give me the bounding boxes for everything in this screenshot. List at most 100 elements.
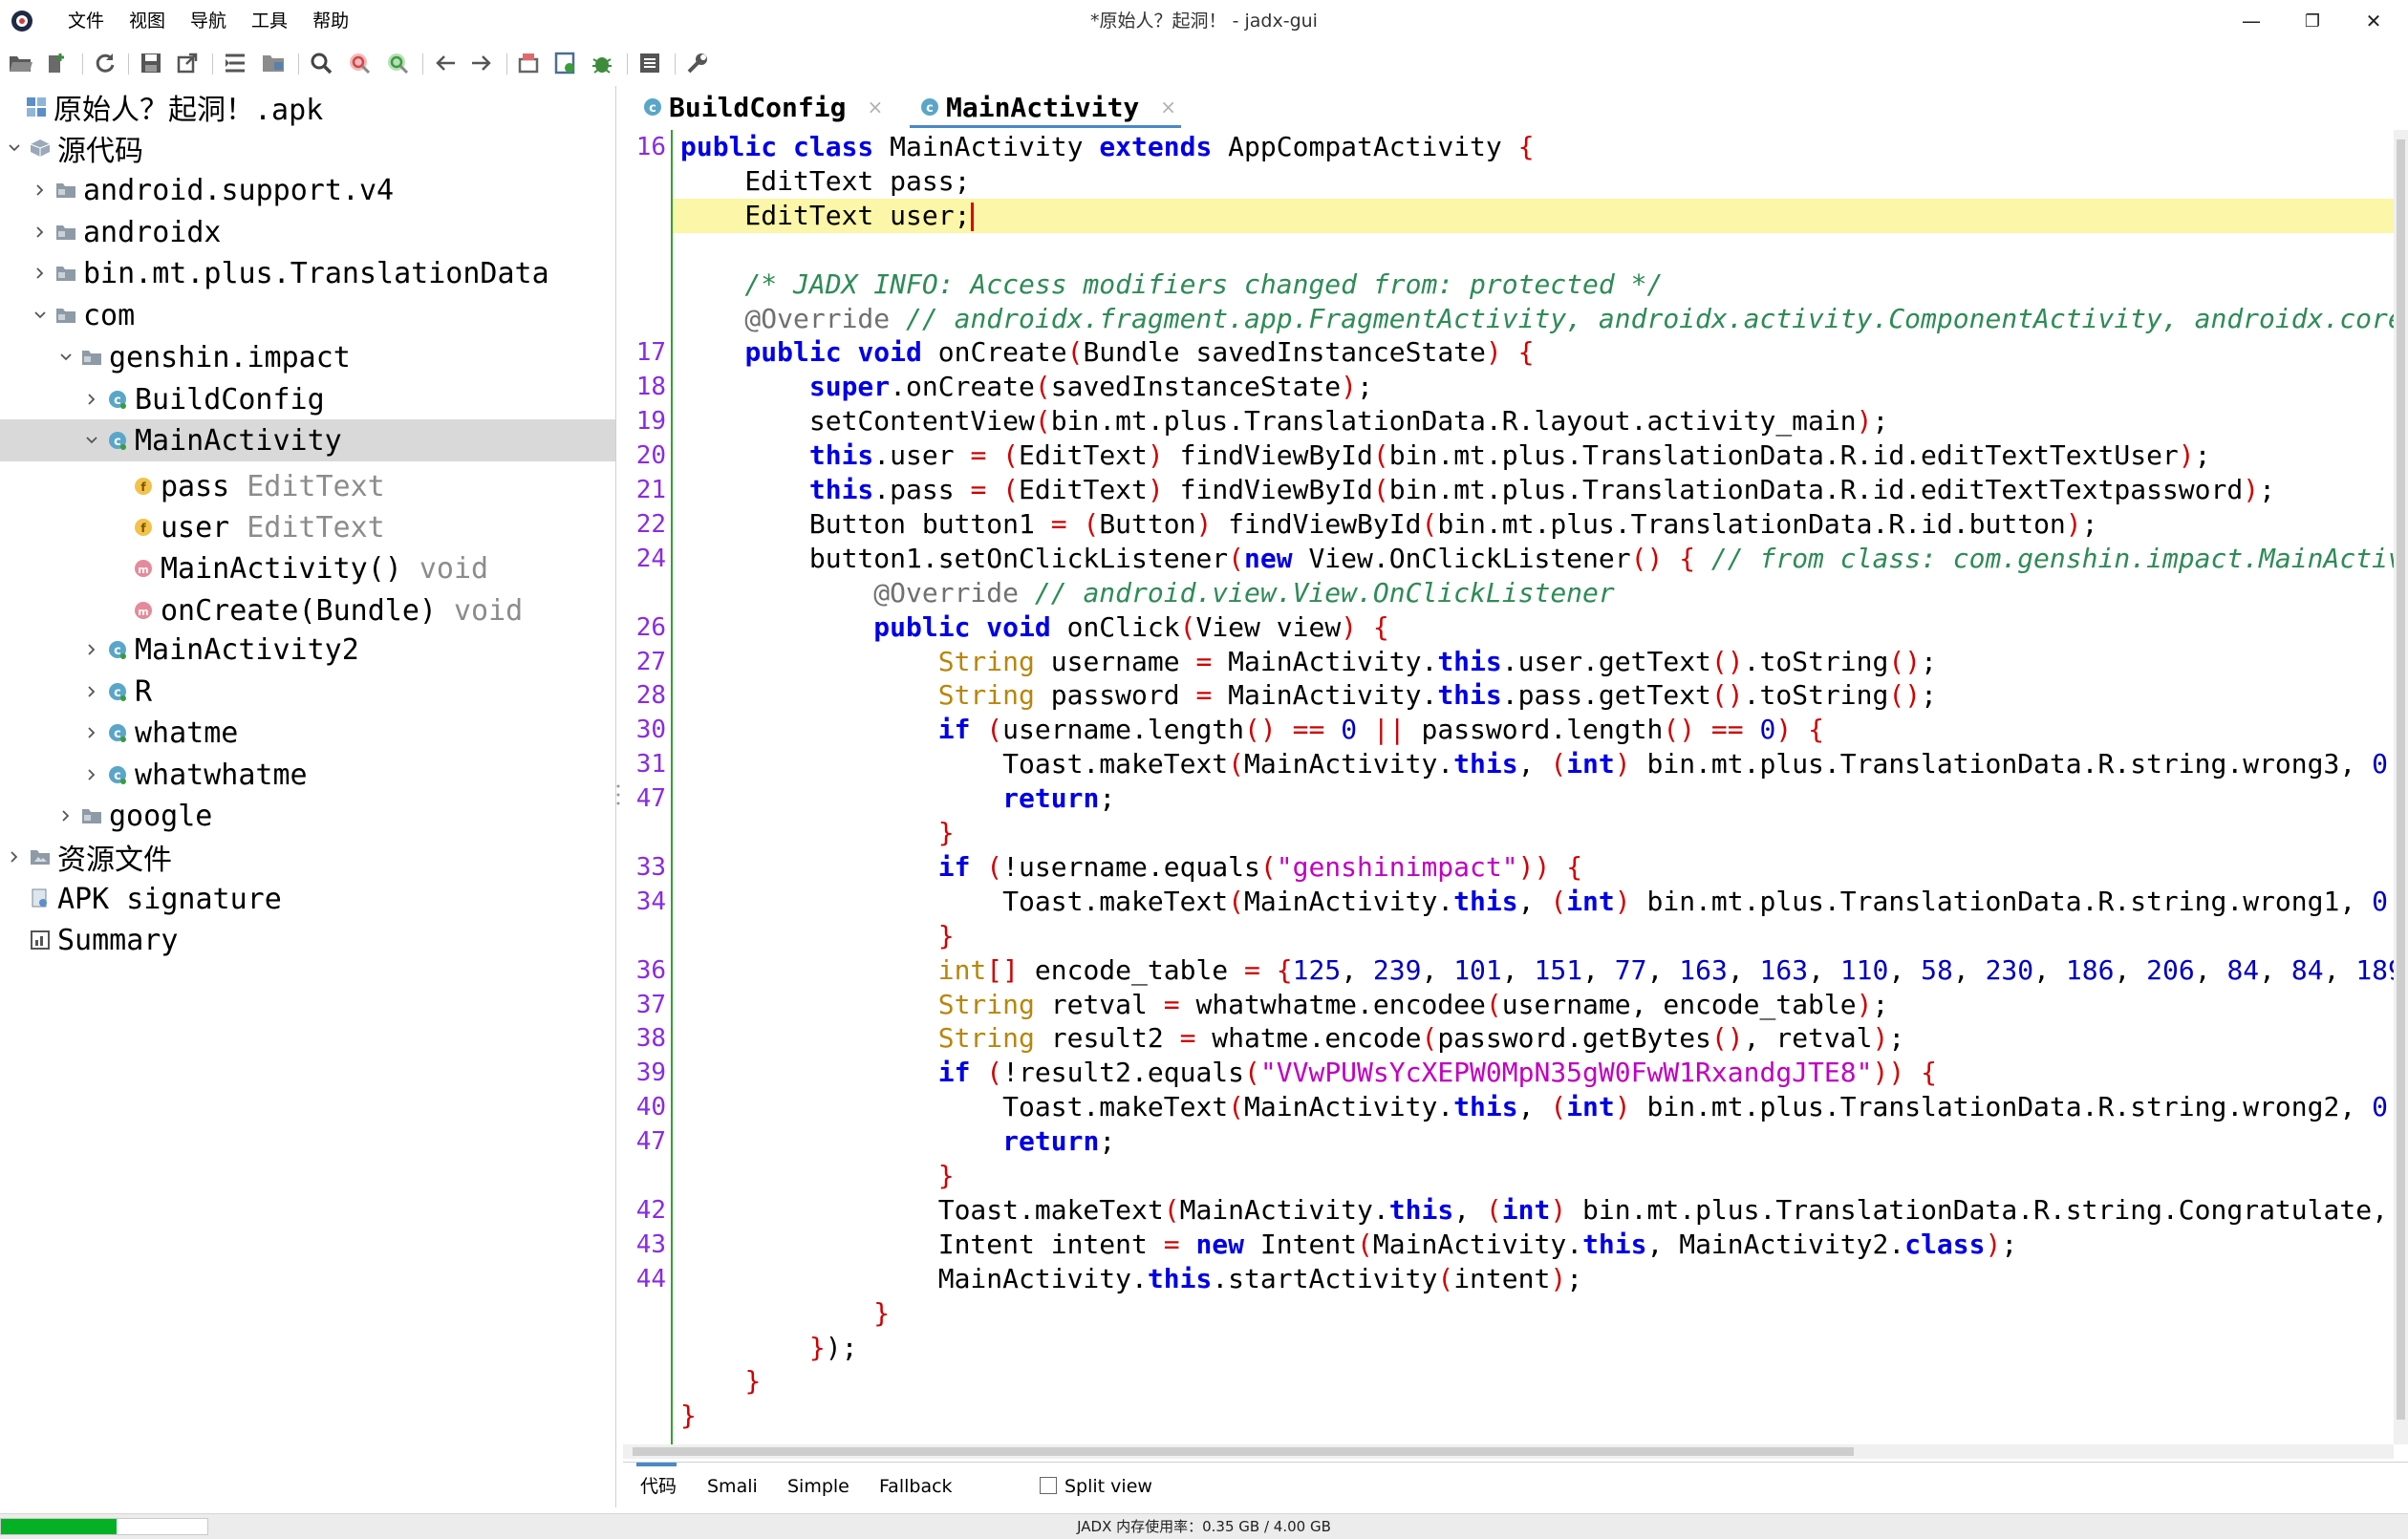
tree-item[interactable]: m MainActivity() void xyxy=(0,547,615,589)
code-token: ) xyxy=(1195,507,1213,540)
chevron-right-icon[interactable] xyxy=(55,805,76,826)
maximize-button[interactable]: ❐ xyxy=(2278,0,2347,42)
tab-buildconfig[interactable]: c BuildConfig × xyxy=(642,86,883,128)
tree-item[interactable]: com xyxy=(0,294,615,336)
code-token: } xyxy=(937,817,955,848)
split-view-label[interactable]: Split view xyxy=(1064,1463,1152,1510)
tab-smali[interactable]: Smali xyxy=(707,1463,758,1510)
chevron-right-icon[interactable] xyxy=(30,263,51,284)
code-token: ) xyxy=(1341,371,1358,403)
line-number xyxy=(623,1296,666,1331)
save-icon[interactable] xyxy=(138,50,164,76)
class-icon: c xyxy=(644,98,661,116)
tree-item[interactable]: c whatme xyxy=(0,712,615,754)
add-files-icon[interactable] xyxy=(44,50,71,76)
code-editor[interactable]: 16 17 18 19 20 21 22 24 26 27 28 30 31 47 33 34 36 37 38 39… xyxy=(623,130,2394,1444)
menu-item[interactable]: 文件 xyxy=(55,0,117,42)
code-token: public class xyxy=(680,131,891,162)
code-token: return xyxy=(1002,1125,1100,1158)
line-number: 44 xyxy=(635,1264,666,1293)
split-view-checkbox[interactable] xyxy=(1040,1477,1057,1494)
horizontal-scrollbar[interactable] xyxy=(623,1444,2394,1459)
preferences-icon[interactable] xyxy=(684,50,711,76)
flatten-packages-icon[interactable] xyxy=(260,50,287,76)
tree-item[interactable]: c whatwhatme xyxy=(0,754,615,796)
chevron-down-icon[interactable] xyxy=(55,347,76,368)
scrollbar-thumb[interactable] xyxy=(633,1447,1854,1456)
menu-item[interactable]: 工具 xyxy=(239,0,300,42)
tree-item[interactable]: 源代码 xyxy=(0,127,615,169)
tree-item[interactable]: genshin.impact xyxy=(0,336,615,378)
tree-item[interactable]: 资源文件 xyxy=(0,836,615,878)
chevron-right-icon[interactable] xyxy=(81,722,102,743)
find-usage-icon[interactable] xyxy=(384,50,411,76)
tab-simple[interactable]: Simple xyxy=(787,1463,849,1510)
code-token: bin.mt.plus.TranslationData.R.string.wro… xyxy=(1630,1091,2373,1123)
package-icon xyxy=(80,346,103,369)
tab-code[interactable]: 代码 xyxy=(640,1463,677,1510)
tab-fallback[interactable]: Fallback xyxy=(879,1463,953,1510)
tree-item[interactable]: google xyxy=(0,795,615,837)
code-token: findViewById xyxy=(1163,474,1373,505)
code-token: { xyxy=(1808,714,1824,746)
export-icon[interactable] xyxy=(174,50,201,76)
chevron-down-icon[interactable] xyxy=(30,305,51,326)
tab-close-button[interactable]: × xyxy=(867,96,883,118)
tree-item[interactable]: c MainActivity2 xyxy=(0,629,615,671)
code-token: .pass.getText xyxy=(1501,679,1711,712)
tree-item[interactable]: Summary xyxy=(0,919,615,961)
tree-item[interactable]: cR xyxy=(0,671,615,713)
log-viewer-icon[interactable] xyxy=(636,50,663,76)
tab-mainactivity[interactable]: c MainActivity × xyxy=(919,86,1176,128)
tree-item[interactable]: c MainActivity xyxy=(0,419,615,461)
tree-item[interactable]: android.support.v4 xyxy=(0,169,615,211)
chevron-down-icon[interactable] xyxy=(4,138,25,159)
tree-item[interactable]: bin.mt.plus.TranslationData xyxy=(0,252,615,294)
debugger-icon[interactable] xyxy=(589,50,615,76)
tree-item[interactable]: androidx xyxy=(0,211,615,253)
quark-icon[interactable] xyxy=(516,50,543,76)
tree-item[interactable]: f user EditText xyxy=(0,506,615,548)
chevron-right-icon[interactable] xyxy=(81,681,102,702)
decompile-all-icon[interactable] xyxy=(552,50,579,76)
scrollbar-thumb[interactable] xyxy=(2397,139,2405,1420)
chevron-right-icon[interactable] xyxy=(81,389,102,410)
line-number: 19 xyxy=(635,407,666,437)
menu-item[interactable]: 视图 xyxy=(117,0,178,42)
tree-item[interactable]: f pass EditText xyxy=(0,465,615,507)
code-token: , xyxy=(2259,953,2291,986)
vertical-scrollbar[interactable] xyxy=(2394,130,2408,1444)
tree-item[interactable]: 原始人？起洞！.apk xyxy=(0,86,615,128)
tree-item[interactable]: m onCreate(Bundle) void xyxy=(0,589,615,631)
minimize-button[interactable]: — xyxy=(2217,0,2286,42)
open-file-icon[interactable] xyxy=(8,50,34,76)
tree-item[interactable]: APK signature xyxy=(0,878,615,920)
menu-item[interactable]: 导航 xyxy=(178,0,239,42)
code-token: // android.view.View.OnClickListener xyxy=(1034,576,1615,609)
code-token: { xyxy=(1921,1057,1937,1089)
chevron-right-icon[interactable] xyxy=(4,846,25,867)
sync-tree-icon[interactable] xyxy=(222,50,248,76)
chevron-down-icon[interactable] xyxy=(81,430,102,451)
chevron-right-icon[interactable] xyxy=(81,764,102,785)
code-token: this xyxy=(808,474,874,505)
search-icon[interactable] xyxy=(308,50,334,76)
forward-icon[interactable] xyxy=(468,50,495,76)
chevron-right-icon[interactable] xyxy=(30,222,51,243)
tab-close-button[interactable]: × xyxy=(1160,96,1176,118)
splitter-grip-icon[interactable] xyxy=(615,783,621,806)
menu-item[interactable]: 帮助 xyxy=(300,0,361,42)
code-token: 239 xyxy=(1372,953,1422,986)
tree-item[interactable]: c BuildConfig xyxy=(0,378,615,420)
chevron-right-icon[interactable] xyxy=(30,180,51,201)
find-class-icon[interactable] xyxy=(346,50,373,76)
chevron-right-icon[interactable] xyxy=(81,639,102,660)
back-icon[interactable] xyxy=(432,50,459,76)
close-window-button[interactable]: ✕ xyxy=(2339,0,2408,42)
refresh-icon[interactable] xyxy=(92,50,118,76)
code-token: ; xyxy=(1099,1125,1116,1158)
